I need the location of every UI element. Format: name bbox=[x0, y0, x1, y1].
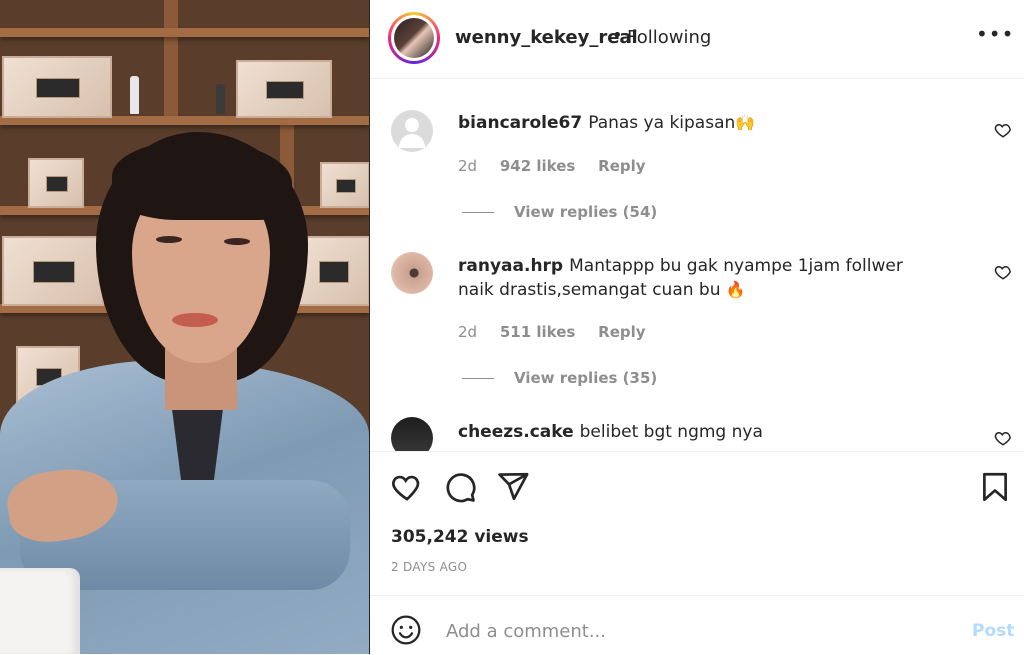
shelf-upright bbox=[164, 0, 178, 118]
raising-hands-emoji: 🙌 bbox=[735, 113, 756, 132]
avatar-image bbox=[394, 18, 434, 58]
reply-button[interactable]: Reply bbox=[598, 157, 645, 175]
bookmark-icon[interactable] bbox=[978, 470, 1012, 504]
white-mug bbox=[0, 568, 80, 654]
commenter-avatar[interactable] bbox=[391, 252, 433, 294]
paper-plane-icon[interactable] bbox=[496, 470, 530, 504]
avatar-border bbox=[391, 15, 437, 61]
view-replies-button[interactable]: View replies (35) bbox=[462, 369, 657, 387]
product-box bbox=[320, 162, 369, 208]
comment-like-heart-icon[interactable] bbox=[994, 263, 1012, 281]
post-comment-button[interactable]: Post bbox=[972, 621, 1014, 641]
comment-body: cheezs.cake belibet bgt ngmg nya bbox=[458, 420, 928, 444]
comment-username[interactable]: cheezs.cake bbox=[458, 422, 574, 442]
comment-meta: 2d 511 likes Reply bbox=[458, 323, 664, 341]
fire-emoji: 🔥 bbox=[725, 280, 746, 299]
view-replies-button[interactable]: View replies (54) bbox=[462, 203, 657, 221]
shelf-board bbox=[0, 28, 369, 37]
comment-likes[interactable]: 511 likes bbox=[500, 323, 576, 341]
commenter-avatar[interactable] bbox=[391, 110, 433, 152]
comment-text: Panas ya kipasan bbox=[588, 113, 736, 133]
author-username[interactable]: wenny_kekey_real bbox=[455, 27, 638, 48]
comment-username[interactable]: biancarole67 bbox=[458, 113, 582, 133]
post-header: wenny_kekey_real • Following ••• bbox=[370, 0, 1024, 79]
more-options-icon[interactable]: ••• bbox=[976, 22, 1014, 46]
author-avatar[interactable] bbox=[388, 12, 440, 64]
product-box bbox=[2, 56, 112, 118]
eye bbox=[156, 236, 182, 243]
view-count[interactable]: 305,242 views bbox=[391, 527, 529, 547]
comment-input[interactable] bbox=[444, 616, 948, 646]
comment-body: ranyaa.hrp Mantappp bu gak nyampe 1jam fo… bbox=[458, 254, 928, 302]
bottle bbox=[216, 84, 225, 114]
commenter-avatar[interactable] bbox=[391, 417, 433, 451]
following-button[interactable]: Following bbox=[627, 27, 711, 48]
product-box bbox=[28, 158, 84, 208]
heart-icon[interactable] bbox=[390, 470, 424, 504]
product-box bbox=[2, 236, 104, 306]
comment-text: belibet bgt ngmg nya bbox=[579, 422, 763, 442]
comment-composer: Post bbox=[370, 595, 1024, 655]
smiley-icon[interactable] bbox=[390, 614, 422, 646]
comments-list[interactable]: biancarole67 Panas ya kipasan🙌 2d 942 lik… bbox=[370, 79, 1024, 451]
comment-bubble-icon[interactable] bbox=[443, 470, 477, 504]
bottle bbox=[130, 76, 139, 114]
reply-button[interactable]: Reply bbox=[598, 323, 645, 341]
post-media[interactable] bbox=[0, 0, 369, 654]
product-box bbox=[236, 60, 332, 118]
comment-body: biancarole67 Panas ya kipasan🙌 bbox=[458, 111, 928, 135]
separator-dot: • bbox=[612, 25, 623, 46]
comment-likes[interactable]: 942 likes bbox=[500, 157, 576, 175]
comment-like-heart-icon[interactable] bbox=[994, 121, 1012, 139]
comment-meta: 2d 942 likes Reply bbox=[458, 157, 664, 175]
comment-age: 2d bbox=[458, 157, 478, 175]
lips bbox=[172, 313, 218, 327]
post-actions: 305,242 views 2 DAYS AGO bbox=[370, 451, 1024, 595]
comment-age: 2d bbox=[458, 323, 478, 341]
comment-like-heart-icon[interactable] bbox=[994, 429, 1012, 447]
eye bbox=[224, 238, 250, 245]
post-timestamp[interactable]: 2 DAYS AGO bbox=[391, 560, 467, 574]
comment-username[interactable]: ranyaa.hrp bbox=[458, 256, 563, 276]
